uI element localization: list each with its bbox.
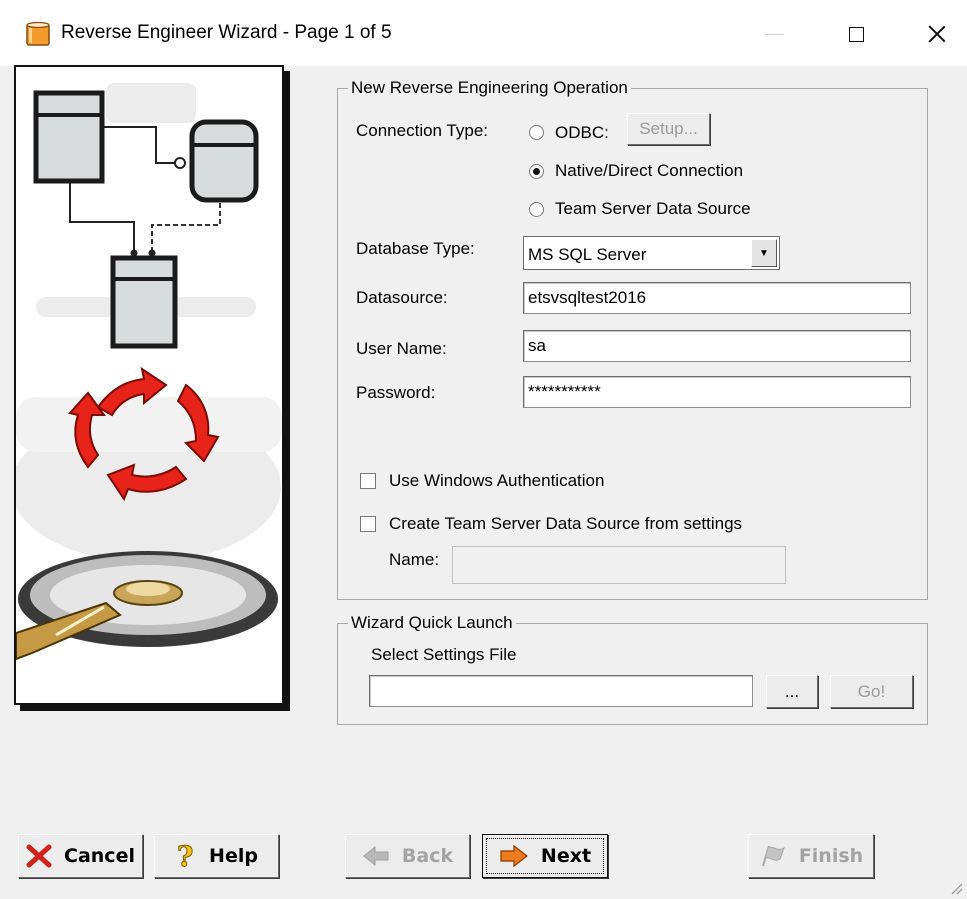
quick-launch-group: Wizard Quick Launch xyxy=(337,613,928,725)
next-arrow-icon xyxy=(499,844,529,868)
password-field[interactable]: *********** xyxy=(523,376,911,408)
close-button[interactable] xyxy=(907,12,967,56)
window-title: Reverse Engineer Wizard - Page 1 of 5 xyxy=(61,22,392,43)
database-cylinder-icon xyxy=(26,21,50,46)
wizard-illustration xyxy=(14,65,284,705)
datasource-field[interactable]: etsvsqltest2016 xyxy=(523,282,911,314)
next-button-label: Next xyxy=(540,845,592,867)
finish-button[interactable]: Finish xyxy=(748,834,874,878)
finish-button-label: Finish xyxy=(798,845,864,867)
cancel-button[interactable]: Cancel xyxy=(18,834,143,878)
back-button-label: Back xyxy=(401,845,454,867)
quick-launch-group-title: Wizard Quick Launch xyxy=(348,613,516,633)
use-windows-auth-label[interactable]: Use Windows Authentication xyxy=(389,471,604,491)
maximize-icon xyxy=(848,26,864,42)
settings-file-field[interactable] xyxy=(369,675,753,707)
use-windows-auth-checkbox[interactable] xyxy=(360,473,376,489)
cancel-x-icon xyxy=(26,844,52,868)
browse-button[interactable]: ... xyxy=(766,675,818,708)
odbc-radio[interactable] xyxy=(529,125,544,140)
title-bar: Reverse Engineer Wizard - Page 1 of 5 xyxy=(0,0,967,66)
datasource-label: Datasource: xyxy=(356,288,448,307)
minimize-button[interactable] xyxy=(745,12,805,56)
back-button[interactable]: Back xyxy=(345,834,470,878)
database-type-select[interactable]: MS SQL Server ▼ xyxy=(523,236,780,270)
chevron-down-icon[interactable]: ▼ xyxy=(751,239,777,267)
password-label: Password: xyxy=(356,383,436,402)
help-button[interactable]: ? Help xyxy=(154,834,279,878)
go-button[interactable]: Go! xyxy=(830,675,913,708)
setup-button[interactable]: Setup... xyxy=(627,113,710,145)
operation-group-title: New Reverse Engineering Operation xyxy=(348,78,631,98)
team-server-name-field[interactable] xyxy=(452,546,786,584)
finish-flag-icon xyxy=(759,844,787,868)
username-label: User Name: xyxy=(356,339,447,358)
cancel-button-label: Cancel xyxy=(64,845,135,867)
help-button-label: Help xyxy=(209,845,258,867)
select-settings-label: Select Settings File xyxy=(371,645,517,664)
database-type-value: MS SQL Server xyxy=(528,245,647,264)
resize-grip-icon[interactable] xyxy=(949,881,963,895)
connection-type-label: Connection Type: xyxy=(356,121,488,140)
maximize-button[interactable] xyxy=(826,12,886,56)
native-direct-radio-label[interactable]: Native/Direct Connection xyxy=(555,161,743,181)
name-label: Name: xyxy=(389,550,440,569)
create-team-server-checkbox[interactable] xyxy=(360,516,376,532)
svg-text:?: ? xyxy=(177,841,193,871)
wizard-window: Reverse Engineer Wizard - Page 1 of 5 Ne… xyxy=(0,0,967,899)
close-icon xyxy=(928,25,946,43)
database-type-label: Database Type: xyxy=(356,239,475,258)
native-direct-radio[interactable] xyxy=(529,164,544,179)
odbc-radio-label[interactable]: ODBC: xyxy=(555,123,609,143)
minimize-icon xyxy=(766,33,784,35)
team-server-radio-label[interactable]: Team Server Data Source xyxy=(555,199,751,219)
team-server-radio[interactable] xyxy=(529,202,544,217)
back-arrow-icon xyxy=(362,845,390,867)
create-team-server-label[interactable]: Create Team Server Data Source from sett… xyxy=(389,514,742,534)
wizard-illustration-art xyxy=(16,83,282,661)
username-field[interactable]: sa xyxy=(523,330,911,362)
question-mark-icon: ? xyxy=(175,841,197,871)
hard-disk xyxy=(16,551,278,661)
next-button[interactable]: Next xyxy=(482,834,608,878)
